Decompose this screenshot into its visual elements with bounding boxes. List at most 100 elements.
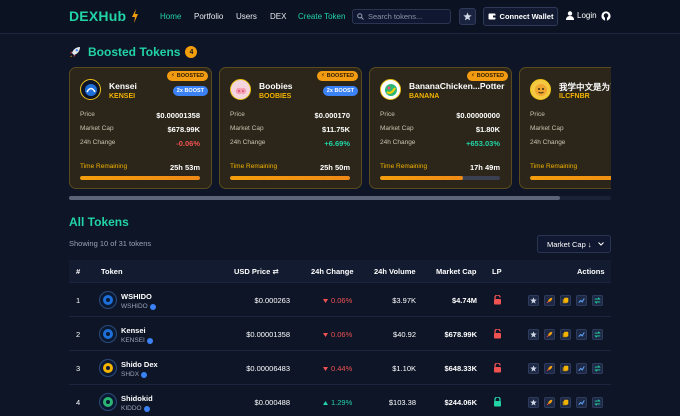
info-icon[interactable] [141,371,148,378]
boost-button[interactable] [544,295,555,306]
swap-button[interactable] [592,397,603,408]
nav-home[interactable]: Home [160,12,181,21]
card-time-row: Time Remaining [530,163,578,170]
rocket-icon [70,47,80,57]
banana-logo-icon [380,79,401,100]
card-token-name: Boobies [259,81,293,91]
boosted-card[interactable]: ⚡ BOOSTED BananaChicken...Potter BANANA P… [369,67,512,189]
table-row[interactable]: 4 Shidokid KIDDO $0.000488 1.29% $103.38… [69,384,611,416]
card-mcap-row: Market Cap [530,125,564,132]
boosted-header: Boosted Tokens 4 [69,45,198,59]
favorite-button[interactable] [528,295,539,306]
card-mcap-row: Market Cap $1.80K [380,125,500,134]
row-token-name[interactable]: WSHIDO [121,292,152,301]
chart-button[interactable] [576,397,587,408]
info-icon[interactable] [149,303,156,310]
chart-button[interactable] [576,363,587,374]
copy-icon [562,365,569,372]
boosted-title: Boosted Tokens [88,45,181,59]
info-icon[interactable] [143,405,150,412]
github-icon[interactable] [601,11,611,21]
boosted-card[interactable]: ⚡ BOOSTED 2x BOOST Boobies BOOBIES Price $… [219,67,362,189]
col-price[interactable]: USD Price ⇄ [234,267,279,276]
row-volume: $103.38 [388,398,416,407]
carousel-scrollbar-thumb[interactable] [69,196,560,200]
card-mcap-row: Market Cap $678.99K [80,125,200,134]
shido-dex-logo-icon [99,359,117,377]
card-token-name: 我学中文是为了 [559,82,611,92]
row-token-name[interactable]: Kensei [121,326,146,335]
login-button[interactable]: Login [566,11,597,20]
all-tokens-title: All Tokens [69,215,129,229]
card-time-row: Time Remaining 25h 53m [80,163,200,172]
boost-button[interactable] [544,329,555,340]
nav-portfolio[interactable]: Portfolio [194,12,223,21]
boosted-carousel[interactable]: ⚡ BOOSTED 2x BOOST Kensei KENSEI Price $0.… [69,67,611,191]
chart-button[interactable] [576,295,587,306]
card-price-row: Price [530,111,545,118]
col-mcap[interactable]: Market Cap [436,267,476,276]
search-input[interactable] [368,12,448,21]
row-token-name[interactable]: Shidokid [121,394,153,403]
nav-create-token[interactable]: Create Token [298,12,345,21]
search-box[interactable] [352,9,451,24]
info-icon[interactable] [146,337,153,344]
favorites-button[interactable] [459,8,476,25]
connect-wallet-button[interactable]: Connect Wallet [483,7,558,26]
boosted-tag: ⚡ BOOSTED [166,71,208,81]
copy-icon [562,399,569,406]
nav-dex[interactable]: DEX [270,12,286,21]
col-change[interactable]: 24h Change [311,267,354,276]
row-rank: 1 [76,296,81,305]
unlock-icon [494,363,501,373]
swap-button[interactable] [592,363,603,374]
boost-button[interactable] [544,397,555,408]
copy-button[interactable] [560,329,571,340]
favorite-button[interactable] [528,329,539,340]
swap-icon [594,297,601,304]
copy-button[interactable] [560,363,571,374]
row-token-symbol: WSHIDO [121,303,156,310]
favorite-button[interactable] [528,363,539,374]
table-row[interactable]: 2 Kensei KENSEI $0.00001358 0.06% $40.92… [69,316,611,350]
boost-button[interactable] [544,363,555,374]
col-rank: # [76,267,81,276]
star-icon [530,297,537,304]
col-volume[interactable]: 24h Volume [374,267,416,276]
nav-users[interactable]: Users [236,12,257,21]
boosted-card[interactable]: 我学中文是为了 ILCFNBR Price Market Cap 24h Cha… [519,67,611,189]
card-price-row: Price $0.00000000 [380,111,500,120]
card-price-row: Price $0.000170 [230,111,350,120]
bolt-icon [132,9,138,23]
swap-button[interactable] [592,329,603,340]
card-token-symbol: KENSEI [109,93,136,100]
star-icon [463,12,472,21]
card-change-row: 24h Change +653.03% [380,139,500,148]
arrow-up-icon [323,400,328,405]
row-change: 0.06% [323,296,352,305]
table-row[interactable]: 3 Shido Dex SHDX $0.00006483 0.44% $1.10… [69,350,611,384]
row-volume: $1.10K [392,364,416,373]
card-token-symbol: BOOBIES [259,93,292,100]
chart-button[interactable] [576,329,587,340]
search-icon [357,13,364,20]
user-icon [566,11,574,20]
swap-icon [594,331,601,338]
sort-dropdown[interactable]: Market Cap ↓ [537,235,611,253]
swap-button[interactable] [592,295,603,306]
arrow-down-icon [323,298,328,303]
copy-button[interactable] [560,397,571,408]
row-price: $0.000488 [254,398,290,407]
table-row[interactable]: 1 WSHIDO WSHIDO $0.000263 0.06% $3.97K $… [69,282,611,316]
boosted-card[interactable]: ⚡ BOOSTED 2x BOOST Kensei KENSEI Price $0.… [69,67,212,189]
row-token-symbol: KIDDO [121,405,150,412]
favorite-button[interactable] [528,397,539,408]
row-token-name[interactable]: Shido Dex [121,360,158,369]
row-change: 1.29% [323,398,352,407]
copy-button[interactable] [560,295,571,306]
app-logo[interactable]: DEXHub [69,8,126,24]
card-time-row: Time Remaining 17h 49m [380,163,500,172]
row-volume: $3.97K [392,296,416,305]
xboost-badge: 2x BOOST [172,86,208,96]
chart-icon [578,366,585,371]
